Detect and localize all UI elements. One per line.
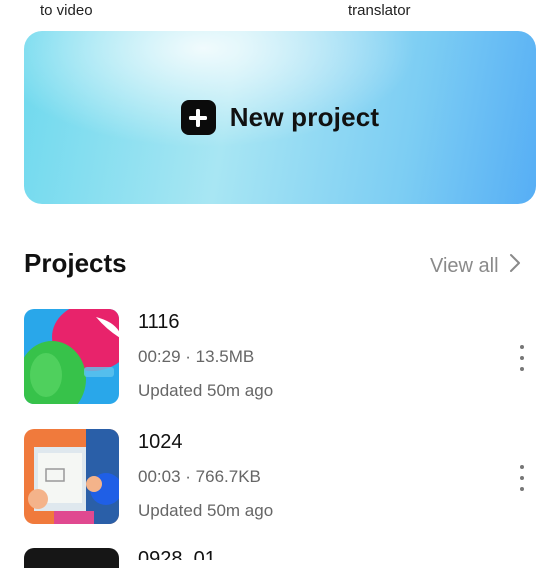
project-meta: 00:03 · 766.7KB	[138, 467, 261, 487]
project-duration: 00:29	[138, 347, 181, 366]
new-project-content: New project	[180, 100, 380, 135]
project-size: 13.5MB	[195, 347, 255, 366]
project-duration: 00:03	[138, 467, 181, 486]
view-all-label: View all	[430, 254, 499, 277]
project-item-1116[interactable]: 1116 00:29 · 13.5MB Updated 50m ago	[24, 309, 544, 405]
project-updated: Updated 50m ago	[138, 501, 274, 520]
project-name-partial[interactable]: 0928_01	[138, 548, 216, 560]
project-updated: Updated 50m ago	[138, 381, 274, 400]
meta-separator: ·	[185, 467, 196, 486]
project-name: 1024	[138, 431, 183, 453]
project-thumbnail-partial[interactable]	[24, 548, 119, 568]
plus-icon	[180, 100, 216, 135]
project-meta: 00:29 · 13.5MB	[138, 347, 254, 367]
chevron-right-icon	[509, 253, 521, 279]
project-name: 1116	[138, 311, 180, 333]
more-vertical-icon[interactable]	[512, 345, 532, 371]
tool-label-translator[interactable]: translator	[348, 2, 411, 19]
project-size: 766.7KB	[195, 467, 261, 486]
view-all-button[interactable]: View all	[430, 253, 521, 279]
projects-section-title: Projects	[24, 248, 127, 278]
tool-label-to-video[interactable]: to video	[40, 2, 93, 19]
project-item-1024[interactable]: 1024 00:03 · 766.7KB Updated 50m ago	[24, 429, 544, 525]
more-vertical-icon[interactable]	[512, 465, 532, 491]
new-project-label: New project	[229, 102, 380, 132]
project-thumbnail	[24, 429, 119, 524]
meta-separator: ·	[185, 347, 196, 366]
project-thumbnail	[24, 309, 119, 404]
new-project-button[interactable]: New project	[24, 31, 536, 204]
